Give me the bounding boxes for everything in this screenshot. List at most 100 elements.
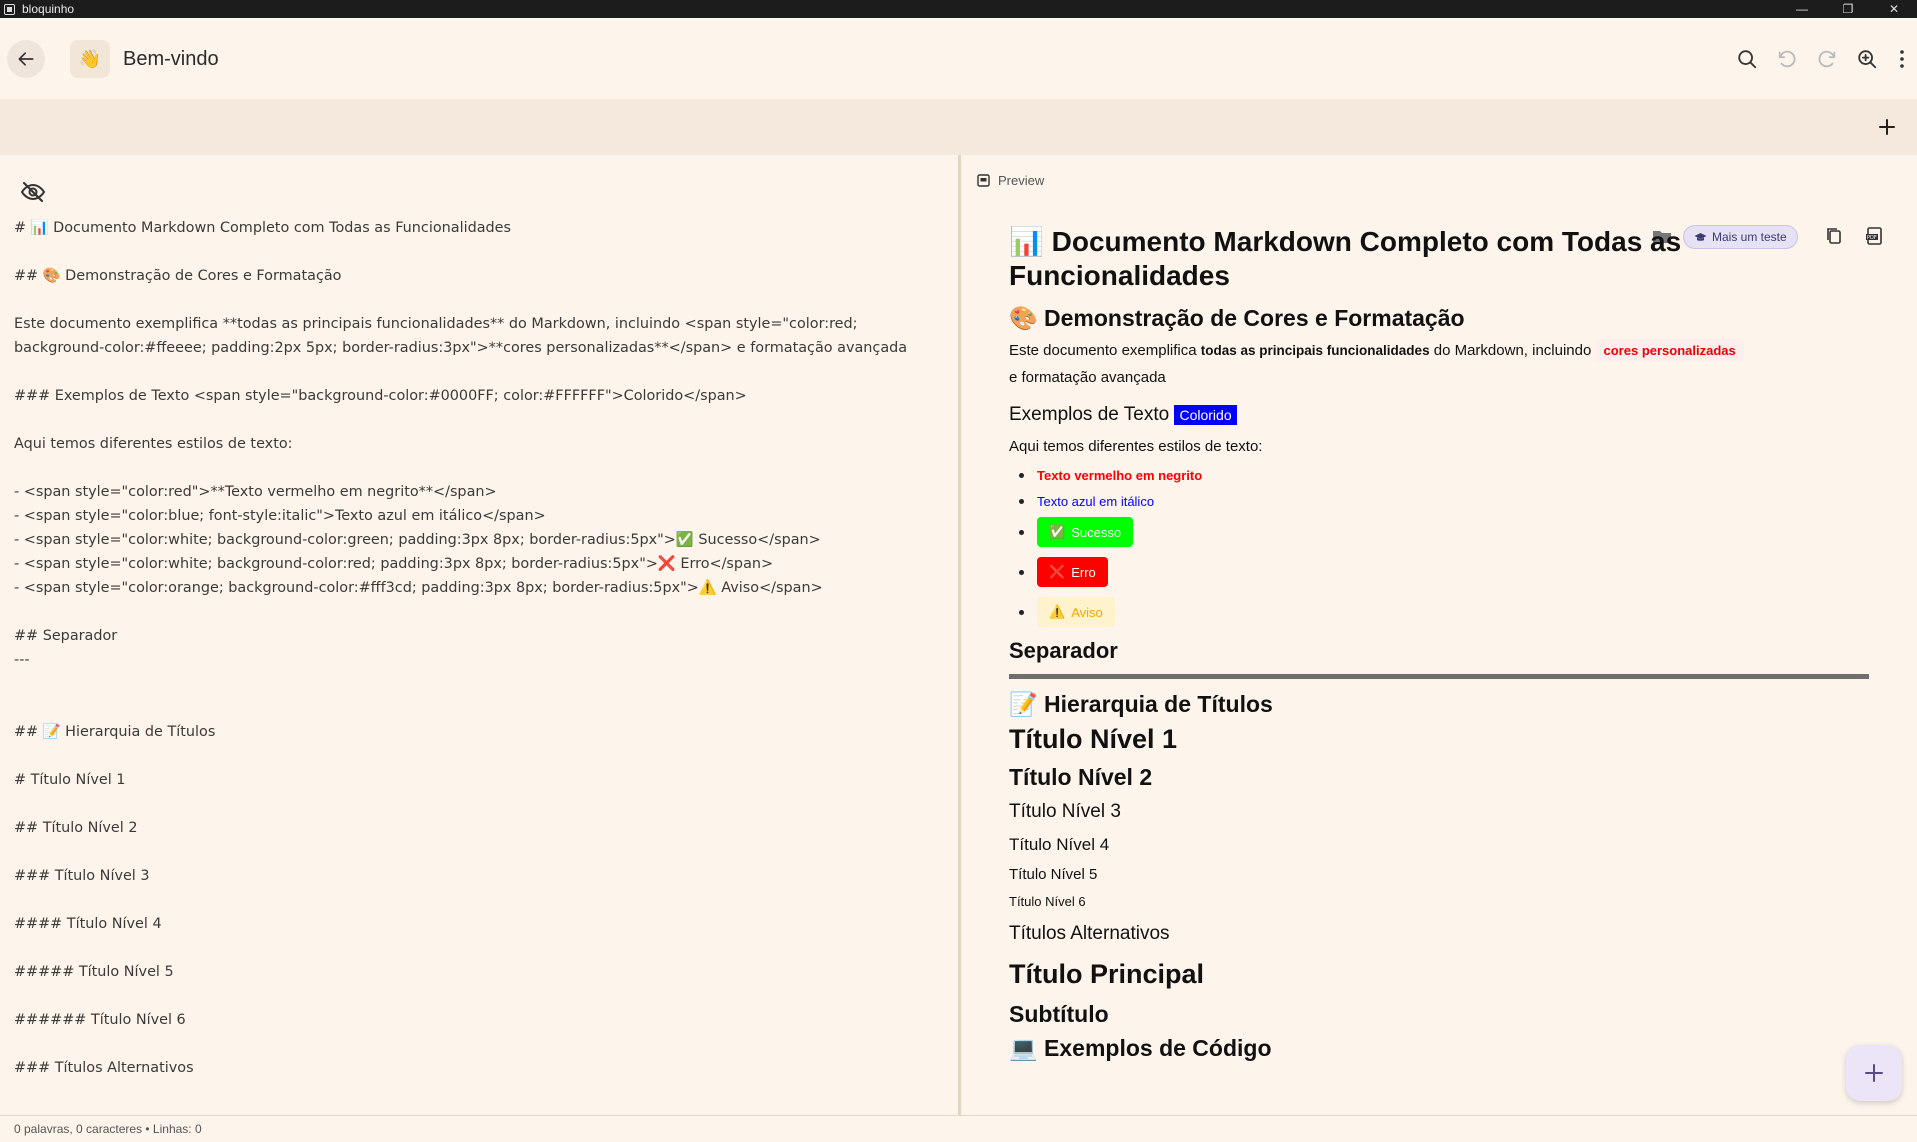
editor-line[interactable]: background-color:#ffeeee; padding:2px 5p… [14, 336, 944, 360]
code-examples-heading: 💻 Exemplos de Código [1009, 1035, 1272, 1061]
hierarchy-heading: 📝 Hierarquia de Títulos [1009, 691, 1273, 717]
wave-icon: 👋 [78, 48, 102, 69]
palette-icon: 🎨 [1009, 305, 1038, 331]
editor-text[interactable]: # 📊 Documento Markdown Completo com Toda… [14, 216, 944, 1080]
editor-line[interactable]: # Título Nível 1 [14, 768, 944, 792]
editor-line[interactable]: - <span style="color:blue; font-style:it… [14, 504, 944, 528]
bar-chart-icon: 📊 [1009, 226, 1044, 257]
editor-line[interactable]: ### Exemplos de Texto <span style="backg… [14, 384, 944, 408]
editor-line[interactable] [14, 888, 944, 912]
editor-line[interactable]: - <span style="color:red">**Texto vermel… [14, 480, 944, 504]
laptop-icon: 💻 [1009, 1035, 1038, 1061]
editor-line[interactable]: #### Título Nível 4 [14, 912, 944, 936]
editor-line[interactable]: ## 📝 Hierarquia de Títulos [14, 720, 944, 744]
toolbar [1727, 40, 1917, 78]
markdown-editor[interactable]: # 📊 Documento Markdown Completo com Toda… [0, 155, 958, 1115]
editor-line[interactable]: ## Separador [14, 624, 944, 648]
list-item: Texto azul em itálico [1017, 490, 1869, 512]
editor-line[interactable]: # 📊 Documento Markdown Completo com Toda… [14, 216, 944, 240]
editor-line[interactable] [14, 360, 944, 384]
markdown-preview: Preview Mais um teste PDF 📊 Documento Ma… [961, 155, 1917, 1115]
editor-line[interactable] [14, 240, 944, 264]
intro-paragraph: Este documento exemplifica todas as prin… [1009, 337, 1829, 391]
editor-line[interactable]: - <span style="color:white; background-c… [14, 552, 944, 576]
editor-line[interactable]: Este documento exemplifica **todas as pr… [14, 312, 944, 336]
list-item: ❌ Erro [1017, 552, 1869, 592]
editor-line[interactable]: ## Título Nível 2 [14, 816, 944, 840]
styles-list: Texto vermelho em negrito Texto azul em … [1017, 460, 1869, 632]
editor-line[interactable] [14, 288, 944, 312]
undo-icon [1778, 50, 1796, 68]
editor-line[interactable]: - <span style="color:orange; background-… [14, 576, 944, 600]
redo-button[interactable] [1807, 40, 1847, 78]
preview-content: 📊 Documento Markdown Completo com Todas … [1009, 225, 1869, 1063]
window-titlebar: bloquinho — ❐ ✕ [0, 0, 1917, 18]
doc-title: 📊 Documento Markdown Completo com Todas … [1009, 226, 1682, 291]
editor-line[interactable] [14, 936, 944, 960]
window-title: bloquinho [22, 2, 75, 16]
undo-button[interactable] [1767, 40, 1807, 78]
editor-line[interactable] [14, 408, 944, 432]
list-item: Texto vermelho em negrito [1017, 460, 1869, 490]
search-icon [1738, 50, 1757, 69]
editor-line[interactable]: Aqui temos diferentes estilos de texto: [14, 432, 944, 456]
colors-heading: 🎨 Demonstração de Cores e Formatação [1009, 305, 1465, 331]
title-level-3: Título Nível 3 [1009, 801, 1121, 822]
add-fab-button[interactable] [1846, 1045, 1902, 1101]
preview-icon [977, 174, 990, 187]
search-button[interactable] [1727, 40, 1767, 78]
editor-line[interactable] [14, 672, 944, 696]
editor-line[interactable] [14, 456, 944, 480]
editor-line[interactable]: ### Títulos Alternativos [14, 1056, 944, 1080]
title-level-2: Título Nível 2 [1009, 764, 1153, 790]
list-item: ✅ Sucesso [1017, 512, 1869, 552]
check-icon: ✅ [1049, 524, 1066, 539]
preview-header: Preview [977, 173, 1044, 188]
maximize-button[interactable]: ❐ [1825, 0, 1871, 18]
close-button[interactable]: ✕ [1871, 0, 1917, 18]
editor-line[interactable]: ###### Título Nível 6 [14, 1008, 944, 1032]
title-level-1: Título Nível 1 [1009, 724, 1178, 754]
alt-titles-heading: Títulos Alternativos [1009, 923, 1170, 944]
styles-intro: Aqui temos diferentes estilos de texto: [1009, 438, 1263, 455]
note-emoji-button[interactable]: 👋 [70, 40, 110, 78]
custom-colors-badge: cores personalizadas [1595, 339, 1744, 362]
main-title: Título Principal [1009, 959, 1205, 989]
memo-icon: 📝 [1009, 691, 1038, 717]
editor-line[interactable] [14, 840, 944, 864]
app-bar: 👋 Bem-vindo [0, 18, 1917, 99]
window-controls: — ❐ ✕ [1779, 0, 1917, 18]
editor-line[interactable]: - <span style="color:white; background-c… [14, 528, 944, 552]
zoom-in-icon [1858, 50, 1877, 69]
editor-line[interactable] [14, 1032, 944, 1056]
editor-line[interactable]: --- [14, 648, 944, 672]
cross-icon: ❌ [1049, 564, 1066, 579]
back-button[interactable] [7, 40, 45, 78]
minimize-button[interactable]: — [1779, 0, 1825, 18]
editor-line[interactable] [14, 984, 944, 1008]
more-vertical-icon [1900, 50, 1904, 68]
editor-line[interactable] [14, 696, 944, 720]
editor-line[interactable]: ### Título Nível 3 [14, 864, 944, 888]
editor-line[interactable]: ##### Título Nível 5 [14, 960, 944, 984]
add-tab-button[interactable] [1871, 111, 1903, 143]
title-level-6: Título Nível 6 [1009, 894, 1086, 909]
editor-line[interactable] [14, 600, 944, 624]
colored-badge: Colorido [1174, 405, 1237, 425]
editor-line[interactable] [14, 792, 944, 816]
tab-strip [0, 99, 1917, 155]
note-title[interactable]: Bem-vindo [123, 48, 219, 71]
plus-icon [1879, 119, 1895, 135]
editor-line[interactable] [14, 744, 944, 768]
warning-pill: ⚠️ Aviso [1037, 597, 1115, 627]
arrow-left-icon [18, 52, 34, 66]
title-level-5: Título Nível 5 [1009, 866, 1098, 883]
subtitle: Subtítulo [1009, 1001, 1109, 1027]
editor-line[interactable]: ## 🎨 Demonstração de Cores e Formatação [14, 264, 944, 288]
zoom-in-button[interactable] [1847, 40, 1887, 78]
more-menu-button[interactable] [1887, 40, 1917, 78]
eye-off-icon [20, 181, 46, 203]
title-level-4: Título Nível 4 [1009, 835, 1110, 854]
toggle-preview-button[interactable] [20, 181, 48, 205]
success-pill: ✅ Sucesso [1037, 517, 1134, 547]
